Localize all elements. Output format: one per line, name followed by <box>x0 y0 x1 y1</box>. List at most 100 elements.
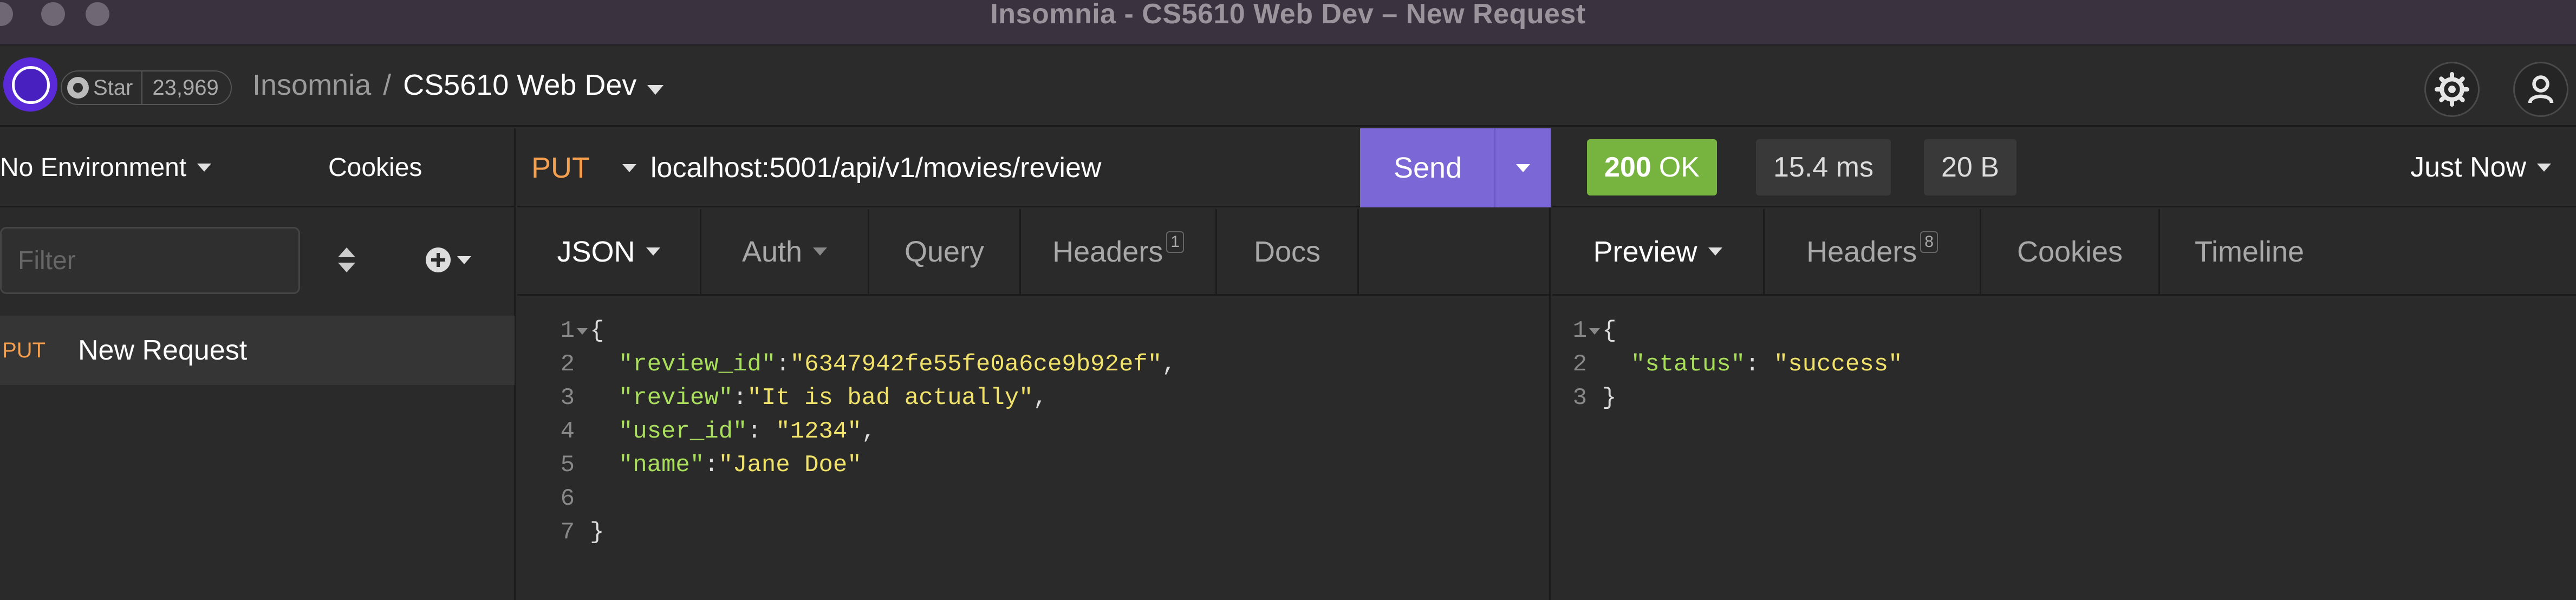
sort-icon[interactable] <box>333 242 361 280</box>
response-status-bar: 200 OK 15.4 ms 20 B Just Now <box>1552 128 2576 207</box>
tab-auth[interactable]: Auth <box>701 209 869 294</box>
github-star-count: 23,969 <box>152 75 219 100</box>
response-headers-count-badge: 8 <box>1920 231 1938 253</box>
github-star-label: Star <box>93 75 133 100</box>
request-pane: PUT Send JSON Auth Query Headers 1 Docs <box>517 128 1551 600</box>
github-icon <box>67 77 89 99</box>
chevron-down-icon <box>647 85 664 95</box>
status-text: OK <box>1658 152 1700 183</box>
line-number: 5 <box>560 452 575 479</box>
chevron-down-icon <box>197 164 212 172</box>
gear-icon <box>2435 72 2469 107</box>
chevron-down-icon <box>457 256 471 264</box>
headers-count-badge: 1 <box>1166 231 1184 253</box>
environment-label: No Environment <box>0 153 187 182</box>
code-line: 3 "review":"It is bad actually", <box>517 381 1546 415</box>
fold-icon[interactable] <box>1589 328 1600 335</box>
tab-docs[interactable]: Docs <box>1217 209 1359 294</box>
request-method-tag: PUT <box>2 338 45 362</box>
method-label: PUT <box>531 152 590 184</box>
tab-response-cookies-label: Cookies <box>2016 235 2123 268</box>
code-line: 5 "name":"Jane Doe" <box>517 448 1546 482</box>
tab-json[interactable]: JSON <box>517 209 701 294</box>
tab-headers[interactable]: Headers 1 <box>1021 209 1217 294</box>
line-number: 3 <box>560 384 575 412</box>
code-line: 7 } <box>517 516 1546 549</box>
chevron-down-icon <box>813 247 828 256</box>
app-header: Star 23,969 Insomnia / CS5610 Web Dev <box>0 47 2576 127</box>
line-number: 1 <box>517 314 588 348</box>
code-line: 2 "review_id":"6347942fe55fe0a6ce9b92ef"… <box>517 348 1546 381</box>
line-number: 4 <box>560 418 575 445</box>
window-title: Insomnia - CS5610 Web Dev – New Request <box>990 0 1586 30</box>
code-text: "name":"Jane Doe" <box>618 452 862 479</box>
code-text: "status": "success" <box>1630 351 1903 378</box>
status-code: 200 <box>1604 152 1651 183</box>
breadcrumb-project[interactable]: CS5610 Web Dev <box>403 68 664 102</box>
tab-auth-label: Auth <box>741 235 803 268</box>
environment-select[interactable]: No Environment <box>0 153 212 182</box>
settings-button[interactable] <box>2424 62 2480 117</box>
response-pane: 200 OK 15.4 ms 20 B Just Now Preview Hea… <box>1552 128 2576 600</box>
code-text: } <box>590 519 604 546</box>
line-number: 7 <box>560 519 575 546</box>
chevron-down-icon <box>2537 163 2551 172</box>
line-number: 1 <box>1530 314 1600 348</box>
tab-timeline-label: Timeline <box>2194 235 2305 268</box>
fold-icon[interactable] <box>577 328 588 335</box>
add-request-button[interactable] <box>426 247 471 272</box>
code-text: "review":"It is bad actually", <box>618 384 1048 412</box>
status-badge: 200 OK <box>1587 139 1717 195</box>
request-tabs: JSON Auth Query Headers 1 Docs <box>517 209 1551 296</box>
user-icon <box>2528 75 2554 103</box>
github-star-badge[interactable]: Star 23,969 <box>61 70 232 105</box>
sidebar-request-item[interactable]: PUT New Request <box>0 316 515 385</box>
code-line: 1 { <box>1530 314 2559 348</box>
url-input[interactable] <box>649 148 1326 188</box>
tab-json-label: JSON <box>557 235 635 268</box>
request-name: New Request <box>78 335 248 366</box>
line-number: 2 <box>1572 351 1587 378</box>
code-text: } <box>1602 384 1617 412</box>
tab-query[interactable]: Query <box>869 209 1021 294</box>
tab-timeline[interactable]: Timeline <box>2160 209 2339 294</box>
send-label: Send <box>1394 152 1462 184</box>
tab-preview[interactable]: Preview <box>1552 209 1765 294</box>
tab-preview-label: Preview <box>1593 235 1697 268</box>
sidebar: No Environment Cookies PUT New Request <box>0 128 516 600</box>
method-select[interactable]: PUT <box>531 151 636 185</box>
breadcrumb: Insomnia / CS5610 Web Dev <box>252 68 664 102</box>
code-line: 6 <box>517 482 1546 516</box>
response-body-viewer[interactable]: 1 { 2 "status": "success" 3 } <box>1530 314 2559 415</box>
send-button[interactable]: Send <box>1360 128 1551 207</box>
window-titlebar: Insomnia - CS5610 Web Dev – New Request <box>0 0 2576 45</box>
line-number: 6 <box>560 485 575 512</box>
line-number: 2 <box>560 351 575 378</box>
url-bar: PUT Send <box>517 128 1551 207</box>
filter-input[interactable] <box>0 227 300 294</box>
cookies-button[interactable]: Cookies <box>328 153 422 182</box>
code-line: 1 { <box>517 314 1546 348</box>
insomnia-logo[interactable] <box>3 57 57 112</box>
line-number: 3 <box>1572 384 1587 412</box>
tab-response-cookies[interactable]: Cookies <box>1981 209 2160 294</box>
tab-headers-label: Headers <box>1052 235 1163 268</box>
code-line: 4 "user_id": "1234", <box>517 415 1546 448</box>
tab-response-headers[interactable]: Headers 8 <box>1765 209 1981 294</box>
account-button[interactable] <box>2513 62 2568 117</box>
response-history-select[interactable]: Just Now <box>2410 151 2551 184</box>
tab-response-headers-label: Headers <box>1806 235 1917 268</box>
chevron-down-icon <box>1516 164 1530 172</box>
code-line: 3 } <box>1530 381 2559 415</box>
code-line: 2 "status": "success" <box>1530 348 2559 381</box>
send-options-button[interactable] <box>1494 128 1551 207</box>
chevron-down-icon <box>622 164 636 172</box>
chevron-down-icon <box>646 247 660 256</box>
chevron-down-icon <box>1708 247 1722 256</box>
breadcrumb-app[interactable]: Insomnia <box>252 68 371 102</box>
response-size-badge: 20 B <box>1924 139 2016 195</box>
response-time-badge: 15.4 ms <box>1756 139 1891 195</box>
breadcrumb-project-label: CS5610 Web Dev <box>403 69 637 101</box>
request-body-editor[interactable]: 1 { 2 "review_id":"6347942fe55fe0a6ce9b9… <box>517 314 1546 549</box>
